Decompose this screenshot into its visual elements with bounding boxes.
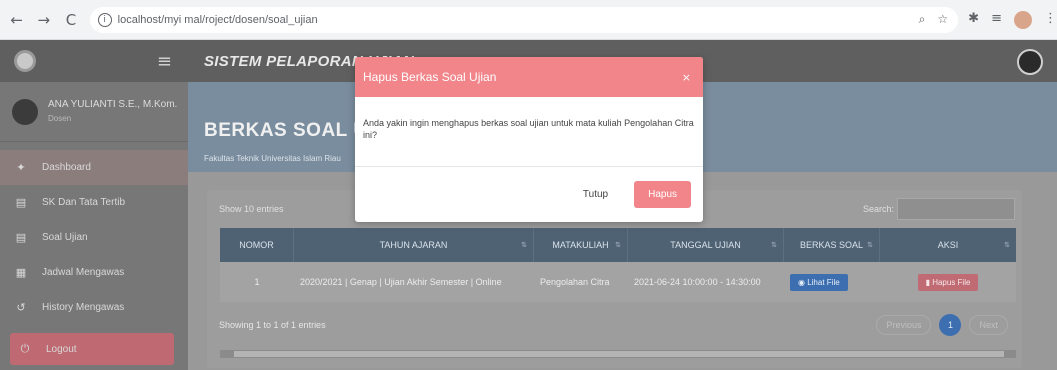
sort-icon: ⇅ [615, 240, 621, 249]
sidebar-item-label: SK Dan Tata Tertib [42, 197, 126, 208]
scrollbar-thumb[interactable] [234, 351, 1004, 357]
sidebar-brand: ≡ [0, 40, 188, 82]
cell-tahun-ajaran: 2020/2021 | Genap | Ujian Akhir Semester… [300, 276, 502, 287]
header-berkas-soal[interactable]: BERKAS SOAL ⇅ [784, 228, 880, 262]
table-header: NOMOR TAHUN AJARAN ⇅ MATAKULIAH ⇅ TANGGAL … [220, 228, 1016, 262]
browser-toolbar: ← → C i localhost/myi mal/roject/dosen/s… [0, 0, 1057, 40]
user-name: ANA YULIANTI S.E., M.Kom. [48, 98, 178, 110]
view-file-button[interactable]: ◉ Lihat File [790, 273, 848, 291]
account-avatar[interactable] [1017, 49, 1043, 75]
power-icon: ⏻ [20, 342, 30, 355]
header-aksi[interactable]: AKSI ⇅ [880, 228, 1016, 262]
header-tahun-ajaran[interactable]: TAHUN AJARAN ⇅ [294, 228, 534, 262]
sort-icon: ⇅ [771, 240, 777, 249]
dashboard-icon: ✦ [16, 161, 26, 174]
sort-icon: ⇅ [867, 240, 873, 249]
header-matakuliah[interactable]: MATAKULIAH ⇅ [534, 228, 628, 262]
bookmark-star-icon[interactable]: ☆ [937, 12, 948, 27]
document-icon: ▤ [15, 231, 27, 244]
sidebar-item-label: Jadwal Mengawas [42, 267, 125, 278]
show-entries[interactable]: Show 10 entries [219, 204, 284, 214]
calendar-icon: ▦ [15, 266, 27, 279]
modal-footer: Tutup Hapus [355, 167, 703, 222]
sidebar-item-label: History Mengawas [42, 302, 125, 313]
sidebar-item-soal-ujian[interactable]: ▤ Soal Ujian [0, 220, 188, 255]
logout-label: Logout [46, 343, 77, 355]
document-icon: ▤ [15, 196, 27, 209]
next-button[interactable]: Next [969, 315, 1008, 335]
info-icon[interactable]: i [97, 12, 112, 27]
close-icon[interactable]: × [682, 71, 691, 84]
search-label: Search: [863, 204, 895, 214]
page-1-button[interactable]: 1 [939, 314, 962, 336]
browser-window: ← → C i localhost/myi mal/roject/dosen/s… [0, 0, 1057, 370]
zoom-icon[interactable]: ⌕ [919, 12, 926, 27]
history-icon: ↺ [16, 301, 26, 314]
cell-nomor: 1 [254, 276, 260, 287]
pagination: Previous 1 Next [876, 314, 1008, 336]
user-role: Dosen [48, 113, 72, 123]
forward-icon[interactable]: → [33, 9, 54, 31]
back-icon[interactable]: ← [6, 9, 27, 31]
horizontal-scrollbar[interactable] [220, 350, 1016, 358]
delete-file-button[interactable]: ▮ Hapus File [917, 273, 979, 291]
cancel-button[interactable]: Tutup [572, 183, 619, 206]
modal-title: Hapus Berkas Soal Ujian [363, 70, 497, 84]
logout-button[interactable]: ⏻ Logout [10, 333, 174, 365]
sidebar-item-label: Dashboard [42, 162, 91, 173]
reading-list-icon[interactable]: ≡ [991, 11, 1002, 29]
menu-dots-icon[interactable]: ⋮ [1044, 11, 1057, 29]
sidebar-item-history-mengawas[interactable]: ↺ History Mengawas [0, 290, 188, 325]
table-row: 1 2020/2021 | Genap | Ujian Akhir Semest… [220, 262, 1016, 302]
url-text[interactable]: localhost/myi mal/roject/dosen/soal_ujia… [118, 14, 318, 26]
header-nomor[interactable]: NOMOR [220, 228, 294, 262]
address-bar[interactable]: i localhost/myi mal/roject/dosen/soal_uj… [89, 6, 959, 33]
hamburger-icon[interactable]: ≡ [157, 51, 172, 72]
extension-icon[interactable]: ✱ [968, 11, 979, 29]
page-subtitle: Fakultas Teknik Universitas Islam Riau [204, 154, 341, 163]
header-tanggal-ujian[interactable]: TANGGAL UJIAN ⇅ [628, 228, 784, 262]
sidebar-item-label: Soal Ujian [42, 232, 88, 243]
user-panel: ANA YULIANTI S.E., M.Kom. Dosen [0, 82, 188, 142]
confirm-delete-button[interactable]: Hapus [634, 181, 691, 208]
profile-avatar[interactable] [1013, 10, 1032, 29]
cell-tanggal: 2021-06-24 10:00:00 - 14:30:00 [634, 276, 761, 287]
showing-info: Showing 1 to 1 of 1 entries [219, 320, 326, 330]
sort-icon: ⇅ [521, 240, 527, 249]
confirm-delete-modal: Hapus Berkas Soal Ujian × Anda yakin ing… [355, 57, 703, 222]
previous-button[interactable]: Previous [876, 315, 932, 335]
modal-body: Anda yakin ingin menghapus berkas soal u… [355, 97, 703, 167]
sidebar-item-dashboard[interactable]: ✦ Dashboard [0, 150, 188, 185]
reload-icon[interactable]: C [60, 9, 81, 31]
sidebar-item-jadwal-mengawas[interactable]: ▦ Jadwal Mengawas [0, 255, 188, 290]
user-avatar [12, 98, 38, 125]
sort-icon: ⇅ [1004, 240, 1010, 249]
search-input[interactable] [897, 198, 1015, 220]
logo [14, 50, 36, 72]
modal-header: Hapus Berkas Soal Ujian × [355, 57, 703, 97]
sidebar: ≡ ANA YULIANTI S.E., M.Kom. Dosen ✦ Dash… [0, 40, 188, 370]
sidebar-item-sk-tata-tertib[interactable]: ▤ SK Dan Tata Tertib [0, 185, 188, 220]
cell-matakuliah: Pengolahan Citra [540, 276, 610, 287]
